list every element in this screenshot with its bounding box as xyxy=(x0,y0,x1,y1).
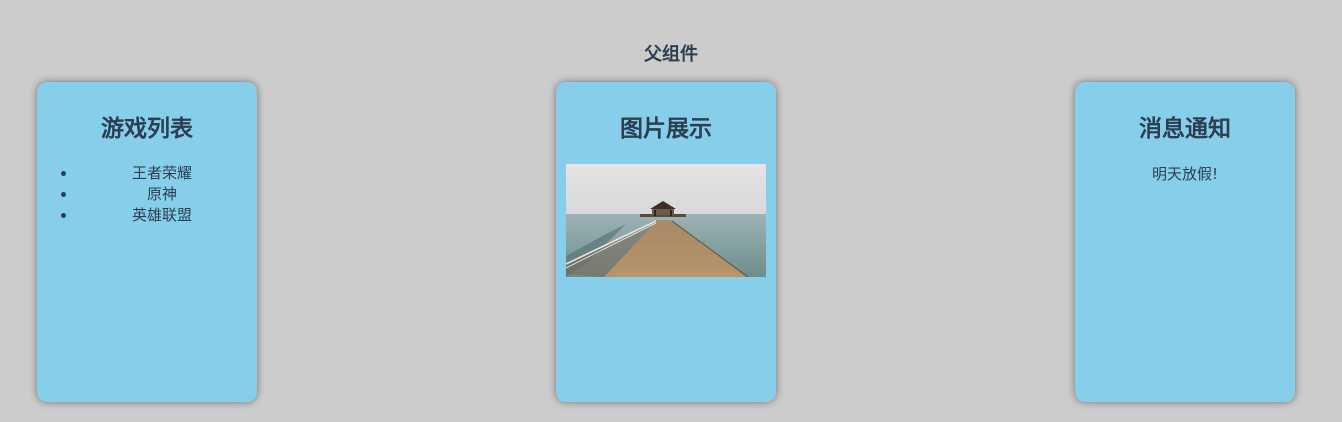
news-card-title: 消息通知 xyxy=(1139,116,1231,142)
images-card: 图片展示 xyxy=(556,82,776,402)
games-card-title: 游戏列表 xyxy=(101,116,193,142)
list-item: 英雄联盟 xyxy=(77,205,257,226)
games-card: 游戏列表 王者荣耀 原神 英雄联盟 xyxy=(37,82,257,402)
game-list: 王者荣耀 原神 英雄联盟 xyxy=(37,163,257,226)
list-item: 王者荣耀 xyxy=(77,163,257,184)
parent-title: 父组件 xyxy=(644,44,698,65)
page: 父组件 游戏列表 王者荣耀 原神 英雄联盟 图片展示 xyxy=(0,0,1342,422)
news-card: 消息通知 明天放假! xyxy=(1075,82,1295,402)
images-card-title: 图片展示 xyxy=(620,116,712,142)
pier-photo xyxy=(566,164,766,277)
list-item: 原神 xyxy=(77,184,257,205)
news-message: 明天放假! xyxy=(1151,165,1218,183)
